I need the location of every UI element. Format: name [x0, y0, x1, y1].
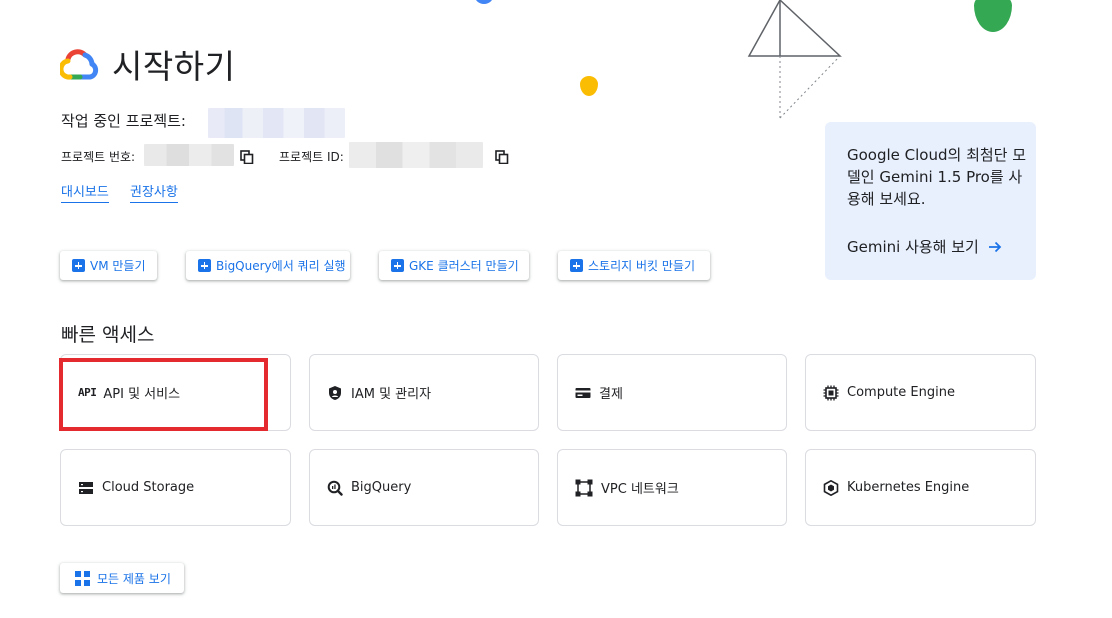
- network-icon: [575, 479, 593, 496]
- create-vm-button[interactable]: VM 만들기: [60, 251, 157, 280]
- plus-icon: [391, 259, 404, 272]
- quick-access-billing[interactable]: 결제: [557, 354, 787, 431]
- project-number-label: 프로젝트 번호:: [61, 150, 136, 164]
- copy-icon[interactable]: [495, 150, 509, 164]
- quick-access-kubernetes-engine[interactable]: Kubernetes Engine: [805, 449, 1036, 526]
- storage-icon: [79, 481, 93, 494]
- decor-yellow-shape: [580, 76, 598, 96]
- card-label: Kubernetes Engine: [847, 480, 970, 495]
- project-name-redacted[interactable]: [208, 108, 345, 138]
- project-id-label: 프로젝트 ID:: [279, 150, 344, 164]
- create-storage-bucket-label: 스토리지 버킷 만들기: [588, 259, 695, 273]
- card-label: Compute Engine: [847, 385, 955, 400]
- shield-icon: [329, 385, 341, 400]
- card-label: IAM 및 관리자: [351, 387, 432, 402]
- kubernetes-icon: [823, 479, 839, 496]
- try-gemini-link[interactable]: Gemini 사용해 보기: [847, 236, 1003, 257]
- arrow-right-icon: [988, 241, 1002, 252]
- bigquery-icon: [327, 480, 343, 496]
- card-label: VPC 네트워크: [601, 482, 679, 497]
- plus-icon: [198, 259, 211, 272]
- recommendations-link[interactable]: 권장사항: [130, 181, 178, 203]
- quick-access-title: 빠른 액세스: [61, 324, 155, 346]
- view-all-products-button[interactable]: 모든 제품 보기: [60, 563, 184, 593]
- chip-icon: [823, 385, 839, 400]
- bigquery-query-label: BigQuery에서 쿼리 실행: [216, 259, 346, 273]
- grid-icon: [75, 570, 90, 586]
- quick-access-vpc-network[interactable]: VPC 네트워크: [557, 449, 787, 526]
- create-gke-cluster-button[interactable]: GKE 클러스터 만들기: [379, 251, 529, 280]
- create-gke-cluster-label: GKE 클러스터 만들기: [409, 259, 519, 273]
- quick-access-compute-engine[interactable]: Compute Engine: [805, 354, 1036, 431]
- view-all-products-label: 모든 제품 보기: [97, 571, 171, 586]
- quick-access-bigquery[interactable]: BigQuery: [309, 449, 539, 526]
- quick-access-iam-admin[interactable]: IAM 및 관리자: [309, 354, 539, 431]
- quick-access-cloud-storage[interactable]: Cloud Storage: [60, 449, 291, 526]
- billing-icon: [575, 387, 591, 398]
- decor-triangle-lines: [747, 0, 842, 119]
- project-number-redacted: [144, 144, 234, 166]
- promo-text: Google Cloud의 최첨단 모델인 Gemini 1.5 Pro를 사용…: [847, 146, 1027, 208]
- create-vm-label: VM 만들기: [90, 259, 146, 273]
- decor-green-shape: [974, 0, 1012, 32]
- card-label: BigQuery: [351, 480, 412, 495]
- create-storage-bucket-button[interactable]: 스토리지 버킷 만들기: [558, 251, 710, 280]
- bigquery-query-button[interactable]: BigQuery에서 쿼리 실행: [186, 251, 350, 280]
- copy-icon[interactable]: [240, 150, 254, 164]
- card-label: 결제: [599, 387, 623, 402]
- dashboard-link[interactable]: 대시보드: [61, 181, 109, 203]
- decor-blue-shape: [474, 0, 494, 4]
- card-label: Cloud Storage: [102, 480, 195, 495]
- page-title: 시작하기: [112, 47, 236, 86]
- highlight-box: [59, 358, 268, 431]
- page-header: 시작하기: [60, 42, 235, 86]
- try-gemini-label: Gemini 사용해 보기: [847, 238, 979, 256]
- plus-icon: [72, 259, 85, 272]
- gemini-promo-card: Google Cloud의 최첨단 모델인 Gemini 1.5 Pro를 사용…: [825, 122, 1036, 280]
- working-project-label: 작업 중인 프로젝트:: [61, 112, 186, 130]
- project-id-redacted: [349, 142, 483, 168]
- plus-icon: [570, 259, 583, 272]
- google-cloud-logo-icon: [60, 49, 99, 80]
